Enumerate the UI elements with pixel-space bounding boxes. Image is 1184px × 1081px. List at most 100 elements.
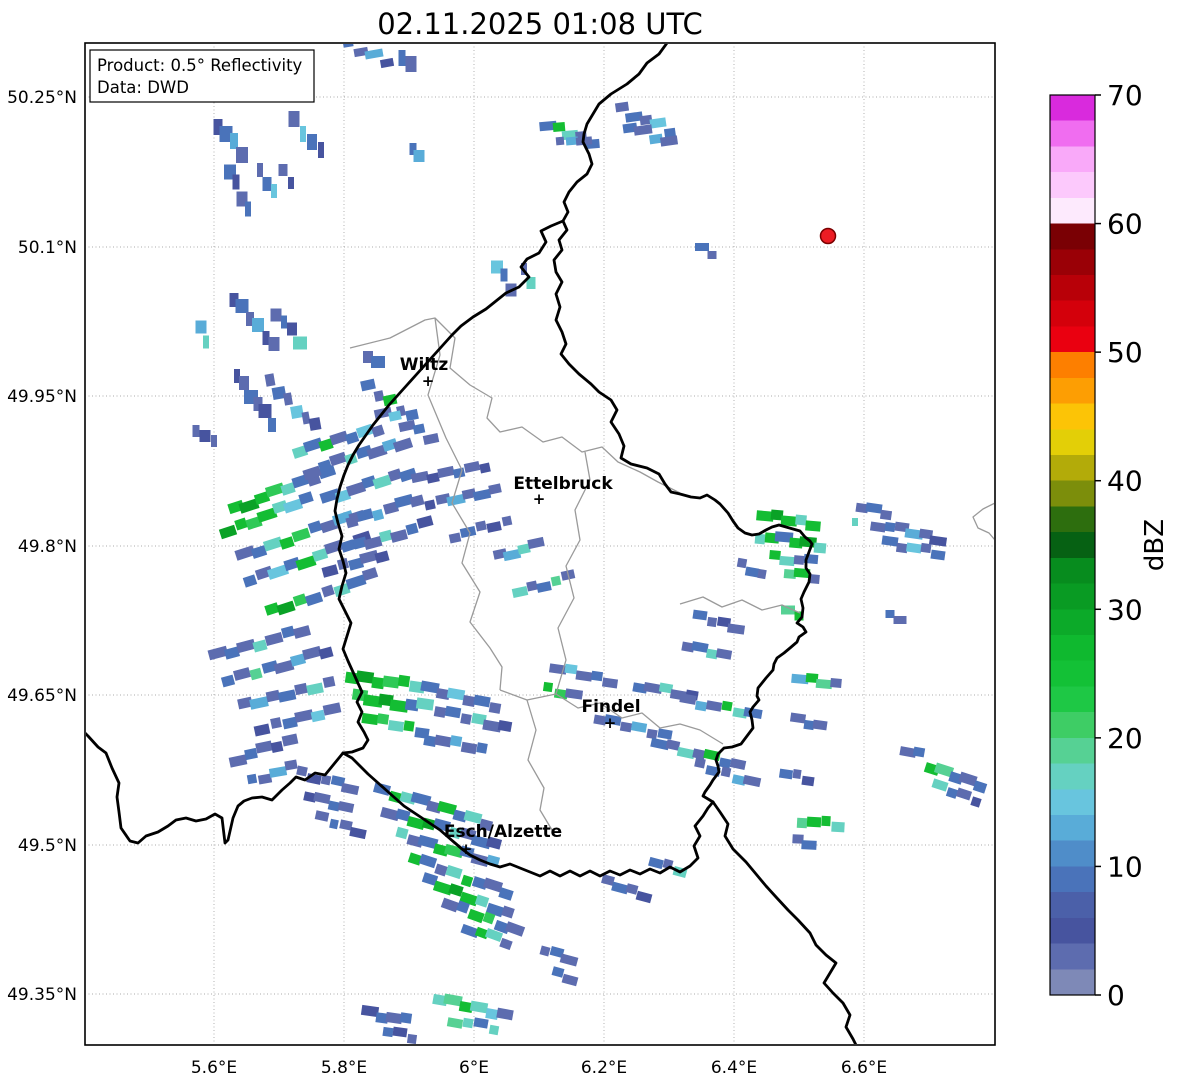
echo-cell — [288, 111, 300, 127]
echo-cell — [970, 796, 982, 808]
echo-cell — [460, 741, 478, 755]
echo-cell — [405, 56, 417, 72]
echo-cell — [264, 373, 276, 387]
echo-cell — [268, 766, 288, 778]
lat-tick-label: 50.25°N — [7, 88, 77, 108]
echo-cell — [590, 670, 604, 682]
echo-cell — [268, 418, 276, 432]
echo-cell — [815, 678, 833, 690]
echo-cell — [928, 535, 948, 547]
echo-cell — [536, 581, 552, 593]
echo-cell — [452, 467, 466, 479]
echo-cell — [249, 667, 263, 681]
echo-cell — [707, 251, 717, 259]
echo-cell — [648, 856, 664, 870]
echo-cell — [310, 709, 326, 723]
echo-cell — [320, 774, 332, 786]
lon-tick-label: 6°E — [459, 1058, 489, 1078]
echo-cell — [475, 520, 487, 532]
echo-cell — [912, 746, 926, 758]
district-border-line — [349, 317, 681, 494]
echo-cell — [511, 586, 529, 598]
lat-tick-label: 49.35°N — [7, 985, 77, 1005]
echo-cell — [392, 437, 414, 453]
echo-cell — [322, 702, 342, 716]
echo-cell — [382, 675, 400, 689]
echo-cell — [485, 1008, 499, 1020]
echo-cell — [433, 706, 447, 718]
echo-cell — [304, 591, 324, 607]
colorbar-tick-label: 40 — [1107, 465, 1143, 498]
echo-cell — [236, 638, 256, 654]
echo-cell — [397, 674, 411, 688]
echo-cell — [387, 720, 405, 732]
echo-cell — [472, 488, 492, 502]
echo-cell — [955, 787, 973, 801]
echo-cell — [372, 474, 392, 490]
colorbar-ticks: 0 10 20 30 40 50 60 70 — [1095, 79, 1143, 1012]
echo-cell — [232, 174, 240, 190]
echo-cell — [252, 318, 264, 332]
echo-cell — [280, 625, 296, 639]
echo-cell — [757, 568, 767, 580]
echo-cell — [265, 689, 281, 703]
echo-cell — [195, 320, 207, 334]
echo-cell — [479, 462, 491, 474]
echo-cell — [715, 648, 733, 660]
echo-cell — [893, 616, 907, 624]
echo-cell — [235, 299, 249, 313]
echo-cell — [236, 147, 248, 163]
echo-cell — [539, 945, 551, 957]
echo-cell — [318, 646, 334, 660]
echo-cell — [302, 645, 322, 661]
city-plus-marker: + — [422, 372, 435, 390]
echo-cell — [307, 134, 317, 150]
echo-cell — [488, 702, 502, 714]
echo-cell — [416, 515, 434, 529]
echo-cell — [460, 713, 472, 725]
district-borders — [349, 317, 994, 831]
echo-cell — [736, 557, 748, 569]
echo-cell — [291, 527, 311, 543]
echo-cell — [382, 1026, 394, 1038]
echo-cell — [249, 696, 269, 710]
city-plus-marker: + — [533, 490, 546, 508]
echo-cell — [376, 713, 390, 725]
echo-cell — [349, 826, 367, 840]
echo-cell — [905, 542, 923, 554]
lat-tick-label: 49.65°N — [7, 686, 77, 706]
lat-tick-label: 50.1°N — [18, 238, 77, 258]
radar-site-dot-marker — [819, 227, 837, 245]
echo-cell — [611, 881, 629, 895]
echo-cell — [257, 163, 263, 177]
echo-cell — [307, 520, 323, 534]
echo-cell — [692, 609, 708, 621]
lon-tick-label: 5.8°E — [321, 1058, 367, 1078]
echo-cell — [395, 826, 409, 840]
city-plus-marker: + — [460, 840, 473, 858]
echo-cell — [945, 787, 959, 799]
city-name-label: Ettelbruck — [513, 474, 613, 494]
echo-cell — [295, 555, 317, 571]
echo-cell — [496, 1007, 514, 1021]
echo-cell — [526, 580, 538, 592]
echo-cell — [426, 472, 440, 484]
echo-cell — [796, 817, 808, 829]
echo-cell — [792, 768, 802, 780]
echo-cell — [885, 610, 895, 618]
echo-cell — [778, 768, 794, 780]
echo-cell — [379, 57, 395, 69]
echo-cell — [561, 973, 579, 987]
echo-cell — [559, 953, 579, 967]
echo-cell — [789, 712, 807, 724]
echo-cell — [192, 425, 200, 437]
echo-cell — [729, 758, 747, 770]
echo-cell — [258, 404, 272, 418]
echo-cell — [467, 908, 485, 924]
echo-cell — [625, 883, 639, 895]
city-name-label: Esch/Alzette — [444, 822, 562, 842]
echo-cell — [895, 542, 909, 554]
echo-cell — [869, 521, 887, 533]
echo-cell — [415, 697, 435, 711]
echo-cell — [694, 700, 708, 712]
